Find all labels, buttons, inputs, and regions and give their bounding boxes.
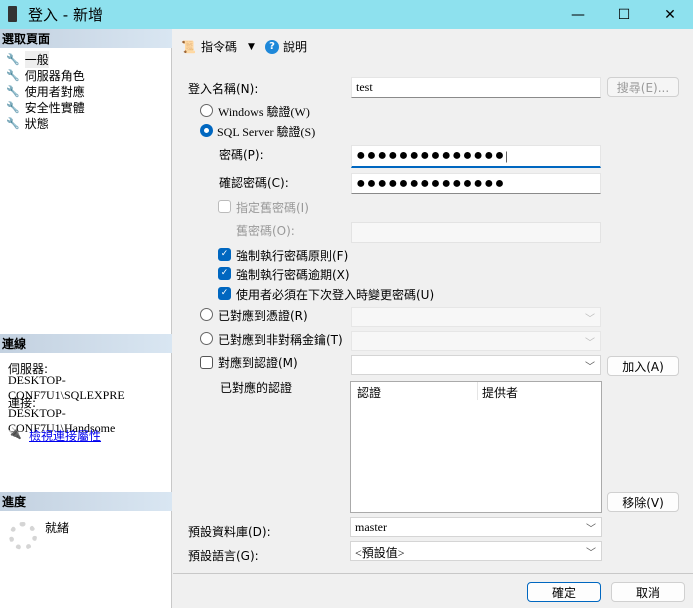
chevron-down-icon: ﹀ bbox=[586, 524, 596, 535]
old-password-input[interactable] bbox=[351, 222, 601, 243]
enforce-expiration-label: 強制執行密碼逾期(X) bbox=[236, 268, 350, 282]
add-button[interactable]: 加入(A) bbox=[607, 356, 679, 376]
default-lang-label: 預設語言(G): bbox=[188, 549, 259, 563]
progress-header: 進度 bbox=[0, 492, 172, 511]
column-header-credential[interactable]: 認證 bbox=[357, 384, 381, 401]
help-label: 說明 bbox=[283, 40, 308, 54]
windows-auth-radio[interactable] bbox=[200, 104, 213, 117]
progress-status: 就緒 bbox=[45, 521, 70, 535]
wrench-icon: 🔧 bbox=[6, 52, 20, 66]
page-general[interactable]: 🔧 一般 bbox=[6, 50, 49, 68]
old-password-label: 舊密碼(O): bbox=[236, 224, 295, 238]
login-name-label: 登入名稱(N): bbox=[188, 82, 259, 96]
login-name-input[interactable]: test bbox=[351, 77, 601, 98]
minimize-button[interactable]: — bbox=[555, 0, 601, 29]
page-label: 狀態 bbox=[24, 116, 49, 131]
enforce-policy-label: 強制執行密碼原則(F) bbox=[236, 249, 349, 263]
mapped-asym-key-label: 已對應到非對稱金鑰(T) bbox=[218, 333, 343, 347]
chevron-down-icon[interactable]: ▼ bbox=[248, 42, 255, 52]
page-label: 一般 bbox=[24, 50, 49, 68]
mapped-credential-radio[interactable] bbox=[200, 308, 213, 321]
column-divider[interactable] bbox=[477, 382, 478, 400]
default-db-value: master bbox=[355, 520, 387, 534]
script-label: 指令碼 bbox=[200, 40, 237, 54]
windows-auth-label: Windows 驗證(W) bbox=[218, 105, 310, 119]
wrench-icon: 🔧 bbox=[6, 84, 20, 98]
enforce-policy-checkbox[interactable]: ✓ bbox=[218, 248, 231, 261]
default-lang-value: <預設值> bbox=[355, 546, 405, 560]
must-change-label: 使用者必須在下次登入時變更密碼(U) bbox=[236, 288, 435, 302]
specify-old-password-checkbox[interactable] bbox=[218, 200, 231, 213]
default-db-dropdown[interactable]: master ﹀ bbox=[350, 517, 602, 537]
wrench-icon: 🔧 bbox=[6, 100, 20, 114]
sql-auth-label: SQL Server 驗證(S) bbox=[217, 125, 316, 139]
select-page-header: 選取頁面 bbox=[0, 29, 172, 48]
password-value: ●●●●●●●●●●●●●● bbox=[356, 147, 506, 164]
confirm-password-input[interactable]: ●●●●●●●●●●●●●● bbox=[351, 173, 601, 194]
default-db-label: 預設資料庫(D): bbox=[188, 525, 271, 539]
page-label: 安全性實體 bbox=[24, 100, 85, 115]
remove-button[interactable]: 移除(V) bbox=[607, 492, 679, 512]
wrench-icon: 🔧 bbox=[6, 116, 20, 130]
specify-old-password-label: 指定舊密碼(I) bbox=[236, 201, 309, 215]
maximize-button[interactable]: ☐ bbox=[601, 0, 647, 29]
page-status[interactable]: 🔧 狀態 bbox=[6, 115, 49, 131]
page-securables[interactable]: 🔧 安全性實體 bbox=[6, 99, 85, 115]
password-input[interactable]: ●●●●●●●●●●●●●●| bbox=[351, 145, 601, 168]
credential-dropdown[interactable]: ﹀ bbox=[351, 307, 601, 327]
chevron-down-icon: ﹀ bbox=[585, 314, 595, 325]
window-title: 登入 - 新增 bbox=[28, 6, 103, 24]
enforce-expiration-checkbox[interactable]: ✓ bbox=[218, 267, 231, 280]
page-user-mapping[interactable]: 🔧 使用者對應 bbox=[6, 83, 85, 99]
chevron-down-icon: ﹀ bbox=[586, 548, 596, 559]
connection-header: 連線 bbox=[0, 334, 172, 353]
page-label: 伺服器角色 bbox=[24, 68, 85, 83]
wrench-icon: 🔧 bbox=[6, 68, 20, 82]
view-connection-properties-link[interactable]: 檢視連接屬性 bbox=[29, 427, 101, 444]
mapped-credentials-label: 已對應的認證 bbox=[220, 381, 293, 395]
connection-properties-icon: 🔌 bbox=[8, 427, 22, 440]
must-change-checkbox[interactable]: ✓ bbox=[218, 287, 231, 300]
page-server-roles[interactable]: 🔧 伺服器角色 bbox=[6, 67, 85, 83]
ok-button[interactable]: 確定 bbox=[527, 582, 601, 602]
help-icon: ? bbox=[265, 39, 279, 54]
cancel-button[interactable]: 取消 bbox=[611, 582, 685, 602]
mapped-credential-label: 已對應到憑證(R) bbox=[218, 309, 308, 323]
left-panel: 選取頁面 🔧 一般 🔧 伺服器角色 🔧 使用者對應 🔧 安全性實體 🔧 狀態 連線 伺服器… bbox=[0, 29, 172, 608]
confirm-password-label: 確認密碼(C): bbox=[219, 176, 289, 190]
credentials-list[interactable]: 認證 提供者 bbox=[350, 381, 602, 513]
map-credential-dropdown[interactable]: ﹀ bbox=[351, 355, 601, 375]
map-credential-label: 對應到認證(M) bbox=[218, 356, 298, 370]
help-button[interactable]: ? 說明 bbox=[265, 38, 307, 55]
title-bar: 登入 - 新增 — ☐ ✕ bbox=[0, 0, 693, 29]
search-button[interactable]: 搜尋(E)... bbox=[607, 77, 679, 97]
footer-divider bbox=[173, 573, 693, 574]
default-lang-dropdown[interactable]: <預設值> ﹀ bbox=[350, 541, 602, 561]
column-header-provider[interactable]: 提供者 bbox=[482, 384, 518, 401]
asym-key-dropdown[interactable]: ﹀ bbox=[351, 331, 601, 351]
progress-spinner-icon bbox=[9, 522, 37, 550]
server-icon bbox=[8, 6, 17, 22]
chevron-down-icon: ﹀ bbox=[585, 338, 595, 349]
chevron-down-icon: ﹀ bbox=[585, 362, 595, 373]
script-button[interactable]: 📜 指令碼 ▼ bbox=[181, 38, 255, 55]
page-label: 使用者對應 bbox=[24, 84, 85, 99]
password-label: 密碼(P): bbox=[219, 148, 264, 162]
close-button[interactable]: ✕ bbox=[647, 0, 693, 29]
script-icon: 📜 bbox=[181, 39, 196, 54]
sql-auth-radio[interactable] bbox=[200, 124, 213, 137]
mapped-asym-key-radio[interactable] bbox=[200, 332, 213, 345]
map-credential-checkbox[interactable] bbox=[200, 356, 213, 369]
